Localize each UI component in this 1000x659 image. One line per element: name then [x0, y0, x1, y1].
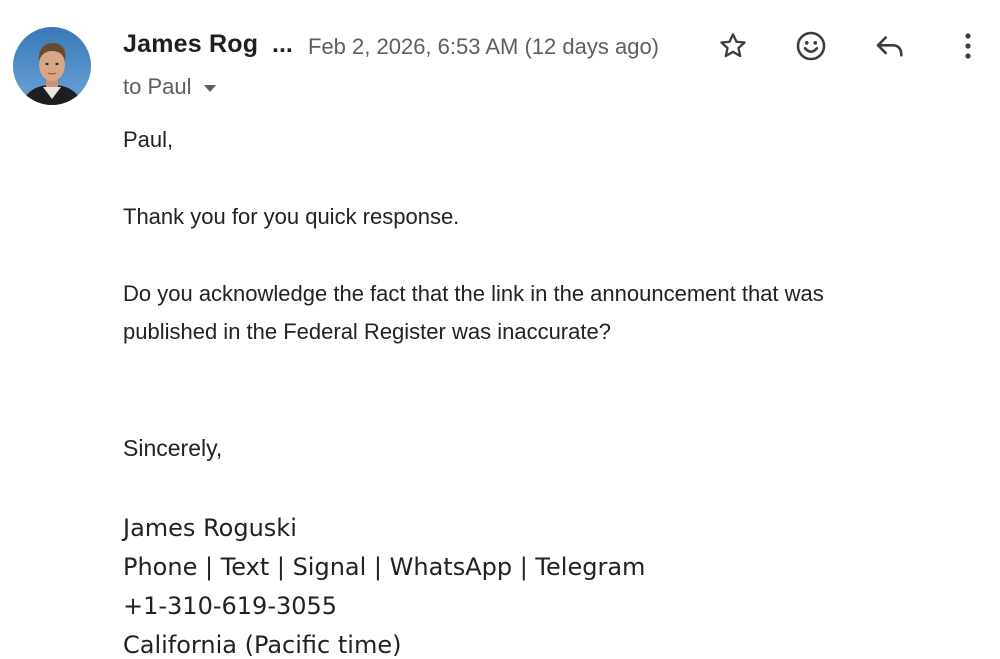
message-line: Thank you for you quick response.: [123, 204, 460, 229]
message-date: Feb 2, 2026, 6:53 AM (12 days ago): [308, 34, 660, 59]
more-options-button[interactable]: [946, 24, 990, 68]
reply-icon: [876, 36, 903, 57]
recipient-details-toggle[interactable]: to Paul: [123, 74, 216, 100]
signature-location: California (Pacific time): [123, 631, 402, 659]
message-line: published in the Federal Register was in…: [123, 319, 611, 344]
sender-name[interactable]: James Rog: [123, 30, 258, 59]
signature-contact-methods: Phone | Text | Signal | WhatsApp | Teleg…: [123, 553, 646, 581]
sender-avatar[interactable]: [13, 27, 91, 105]
reply-button[interactable]: [868, 24, 912, 68]
sender-name-ellipsis: ...: [272, 30, 293, 58]
message-line: Do you acknowledge the fact that the lin…: [123, 281, 824, 306]
more-vert-icon: [965, 33, 971, 59]
message-greeting: Paul,: [123, 127, 174, 152]
emoji-icon: [796, 31, 826, 61]
caret-down-icon: [203, 84, 216, 92]
add-reaction-button[interactable]: [789, 24, 833, 68]
recipient-label: to Paul: [123, 74, 192, 99]
signature-phone[interactable]: +1-310-619-3055: [123, 587, 337, 626]
signature-name: James Roguski: [123, 514, 297, 542]
message-closing: Sincerely,: [123, 435, 223, 461]
star-icon: [720, 33, 746, 58]
star-button[interactable]: [711, 24, 755, 68]
